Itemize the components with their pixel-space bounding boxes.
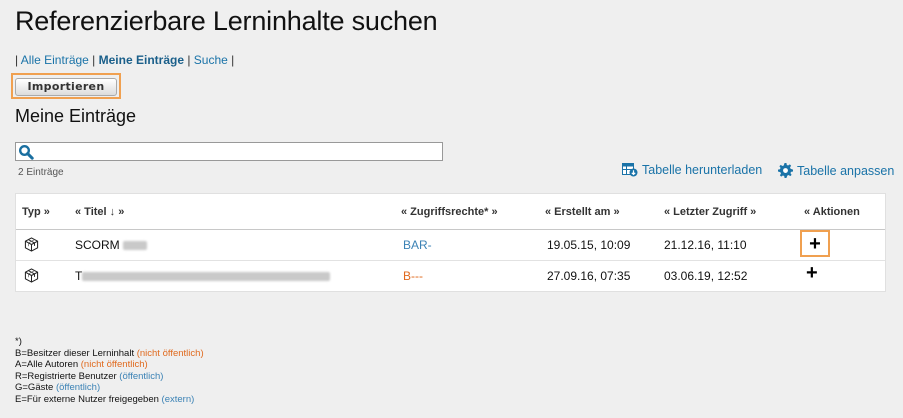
adjust-table-label: Tabelle anpassen — [797, 163, 895, 178]
row-created: 19.05.15, 10:09 — [547, 238, 631, 252]
table-row: T B--- 27.09.16, 07:35 03.06.19, 12:52 + — [16, 261, 885, 292]
import-button[interactable]: Importieren — [15, 77, 117, 96]
col-type[interactable]: Typ » — [22, 206, 50, 218]
nav-my-entries[interactable]: Meine Einträge — [99, 53, 184, 67]
add-icon[interactable]: + — [806, 263, 818, 283]
search-icon — [18, 144, 34, 160]
view-navigation: | Alle Einträge | Meine Einträge | Suche… — [15, 53, 235, 67]
row-title: SCORM — [75, 238, 148, 252]
row-created: 27.09.16, 07:35 — [547, 269, 631, 283]
col-access[interactable]: « Zugriffsrechte* » — [401, 206, 498, 218]
download-table-link[interactable]: Tabelle herunterladen — [622, 163, 762, 177]
row-last-access: 03.06.19, 12:52 — [664, 269, 748, 283]
gear-icon — [778, 163, 793, 178]
access-legend: *) B=Besitzer dieser Lerninhalt (nicht ö… — [15, 336, 204, 405]
legend-line: B=Besitzer dieser Lerninhalt (nicht öffe… — [15, 347, 204, 359]
add-button-highlight: + — [800, 230, 830, 257]
table-row: SCORM BAR- 19.05.15, 10:09 21.12.16, 11:… — [16, 230, 885, 261]
adjust-table-link[interactable]: Tabelle anpassen — [778, 163, 894, 178]
col-title[interactable]: « Titel ↓ » — [75, 206, 124, 218]
col-created[interactable]: « Erstellt am » — [545, 206, 620, 218]
legend-line: R=Registrierte Benutzer (öffentlich) — [15, 370, 164, 382]
package-icon — [24, 268, 39, 283]
row-last-access: 21.12.16, 11:10 — [664, 238, 747, 252]
download-table-label: Tabelle herunterladen — [642, 163, 763, 177]
add-icon[interactable]: + — [809, 234, 821, 254]
row-title: T — [75, 269, 331, 283]
col-last-access[interactable]: « Letzter Zugriff » — [664, 206, 756, 218]
entries-table: Typ » « Titel ↓ » « Zugriffsrechte* » « … — [15, 193, 886, 292]
table-header: Typ » « Titel ↓ » « Zugriffsrechte* » « … — [16, 194, 885, 230]
entry-count: 2 Einträge — [18, 167, 64, 178]
legend-line: E=Für externe Nutzer freigegeben (extern… — [15, 393, 195, 405]
search-input[interactable] — [15, 142, 443, 161]
redacted-text — [82, 272, 331, 282]
nav-search[interactable]: Suche — [194, 53, 228, 67]
section-title: Meine Einträge — [15, 106, 137, 126]
row-access: B--- — [403, 269, 423, 283]
legend-line: G=Gäste (öffentlich) — [15, 382, 101, 393]
page-title: Referenzierbare Lerninhalte suchen — [15, 6, 438, 36]
table-download-icon — [622, 163, 638, 177]
col-actions[interactable]: « Aktionen — [804, 206, 860, 218]
row-access: BAR- — [403, 238, 432, 252]
import-highlight: Importieren — [11, 73, 121, 99]
legend-line: A=Alle Autoren (nicht öffentlich) — [15, 359, 148, 370]
nav-all-entries[interactable]: Alle Einträge — [21, 53, 89, 67]
package-icon — [24, 237, 39, 252]
redacted-text — [123, 241, 148, 251]
